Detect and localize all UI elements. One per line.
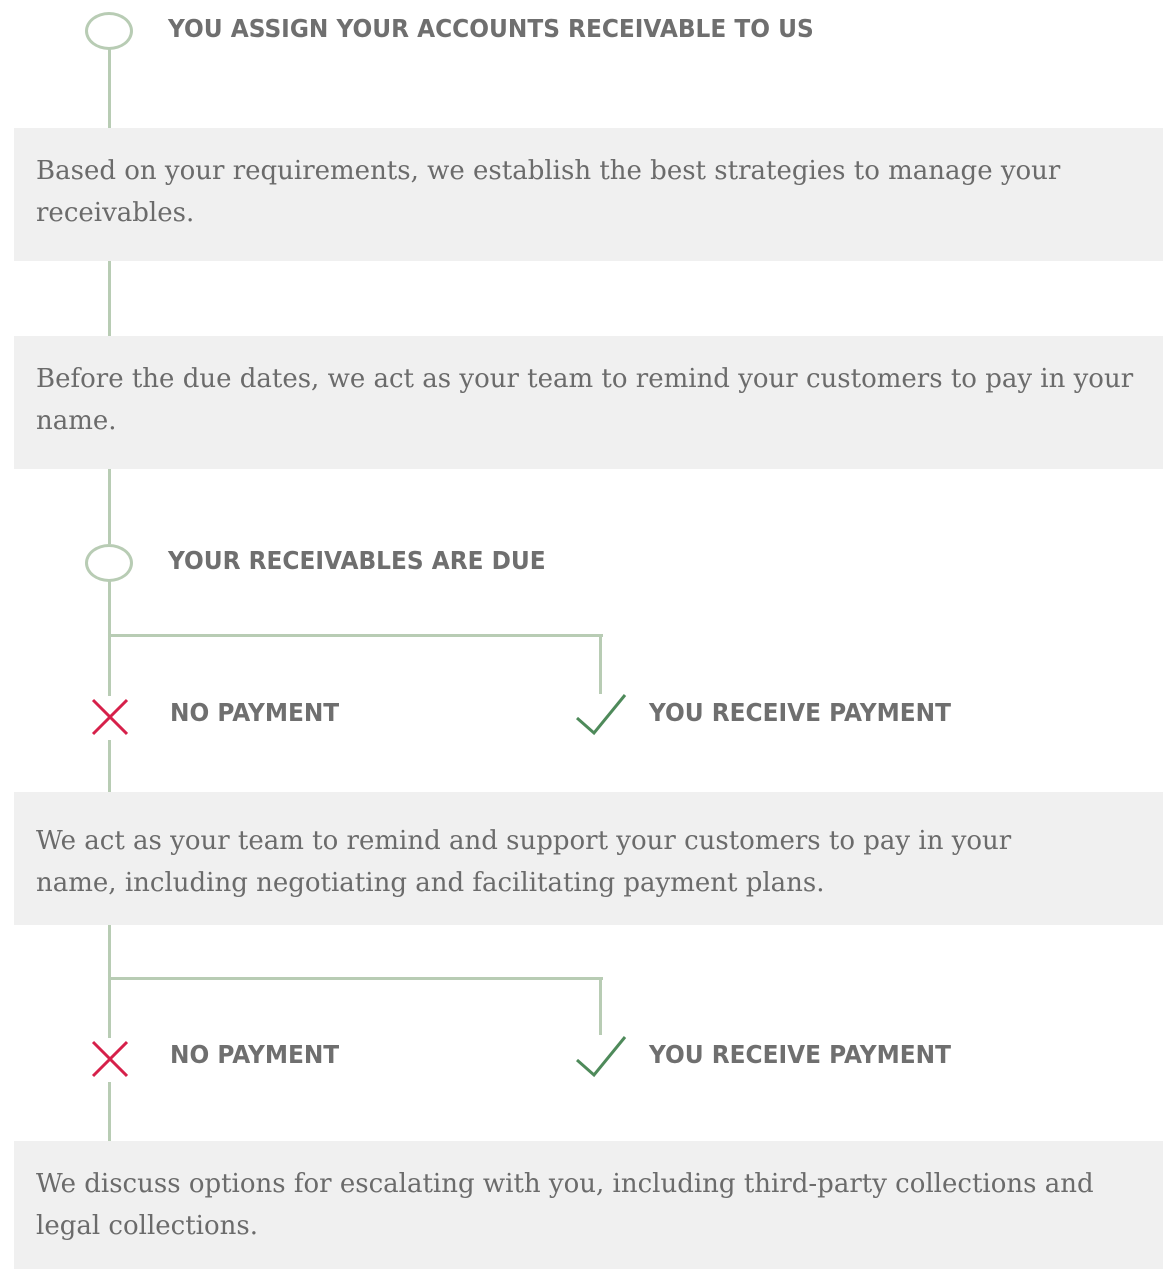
check-icon xyxy=(576,1036,627,1078)
connector-6 xyxy=(108,925,111,1038)
step-due-title: YOUR RECEIVABLES ARE DUE xyxy=(168,546,546,575)
cross-icon xyxy=(91,698,129,736)
branch-2-payment-label: YOU RECEIVE PAYMENT xyxy=(649,1040,951,1069)
branch-1-payment-label: YOU RECEIVE PAYMENT xyxy=(649,698,951,727)
step-remind-text: Before the due dates, we act as your tea… xyxy=(36,358,1133,442)
step-assign-title: YOU ASSIGN YOUR ACCOUNTS RECEIVABLE TO U… xyxy=(168,14,814,43)
circle-node-icon xyxy=(85,544,133,582)
connector-4 xyxy=(108,581,111,696)
connector-1 xyxy=(108,48,111,128)
connector-7 xyxy=(108,1082,111,1141)
branch-1-no-payment-label: NO PAYMENT xyxy=(170,698,340,727)
step-support-text: We act as your team to remind and suppor… xyxy=(36,820,1011,904)
branch-2-right-drop xyxy=(599,977,602,1035)
branch-2-horizontal xyxy=(108,977,603,980)
step-support-line-1: We act as your team to remind and suppor… xyxy=(36,826,1012,856)
step-escalate-box: We discuss options for escalating with y… xyxy=(14,1141,1163,1269)
step-escalate-line-1: We discuss options for escalating with y… xyxy=(36,1169,1094,1199)
branch-1-right-drop xyxy=(599,634,602,694)
step-escalate-line-2: legal collections. xyxy=(36,1211,258,1241)
connector-5 xyxy=(108,740,111,792)
step-support-line-2: name, including negotiating and facilita… xyxy=(36,868,825,898)
branch-1-horizontal xyxy=(108,634,603,637)
step-strategy-text: Based on your requirements, we establish… xyxy=(36,150,1060,234)
step-strategy-line-1: Based on your requirements, we establish… xyxy=(36,156,1061,186)
circle-node-icon xyxy=(85,12,133,50)
step-strategy-line-2: receivables. xyxy=(36,198,195,228)
cross-icon xyxy=(91,1040,129,1078)
connector-2 xyxy=(108,261,111,336)
step-support-box: We act as your team to remind and suppor… xyxy=(14,792,1163,925)
step-remind-box: Before the due dates, we act as your tea… xyxy=(14,336,1163,469)
connector-3 xyxy=(108,469,111,544)
check-icon xyxy=(576,694,627,736)
step-strategy-box: Based on your requirements, we establish… xyxy=(14,128,1163,261)
branch-2-no-payment-label: NO PAYMENT xyxy=(170,1040,340,1069)
step-remind-line-1: Before the due dates, we act as your tea… xyxy=(36,364,1134,394)
step-remind-line-2: name. xyxy=(36,406,117,436)
step-escalate-text: We discuss options for escalating with y… xyxy=(36,1163,1094,1247)
